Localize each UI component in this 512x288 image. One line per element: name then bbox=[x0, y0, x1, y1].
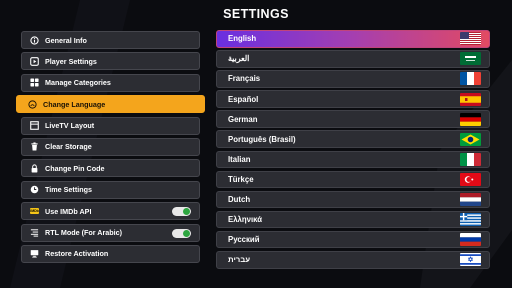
language-label: German bbox=[228, 114, 258, 124]
layout-icon bbox=[30, 121, 39, 130]
page-title: SETTINGS bbox=[223, 7, 289, 21]
russia-flag-icon bbox=[460, 233, 481, 247]
rtl-toggle[interactable] bbox=[172, 228, 191, 238]
saudi-flag-icon bbox=[460, 52, 481, 66]
toggle-knob bbox=[183, 208, 190, 216]
france-flag-icon bbox=[460, 72, 481, 86]
menu-item-restore-activation[interactable]: Restore Activation bbox=[21, 244, 200, 263]
menu-item-label: Change Pin Code bbox=[45, 163, 105, 173]
menu-item-rtl-mode[interactable]: RTL Mode (For Arabic) bbox=[21, 223, 200, 242]
menu-item-label: Change Language bbox=[43, 99, 106, 109]
menu-item-general-info[interactable]: General Info bbox=[21, 31, 200, 49]
trash-icon bbox=[30, 142, 39, 152]
menu-item-label: Clear Storage bbox=[45, 142, 92, 152]
clock-icon bbox=[30, 185, 39, 194]
menu-item-label: Restore Activation bbox=[45, 249, 109, 259]
menu-item-label: Player Settings bbox=[45, 56, 97, 66]
language-label: English bbox=[228, 34, 257, 44]
menu-item-label: LiveTV Layout bbox=[45, 121, 95, 131]
rtl-icon bbox=[30, 228, 39, 237]
grid-icon bbox=[30, 78, 39, 87]
imdb-toggle[interactable] bbox=[172, 207, 191, 217]
language-option-german[interactable]: German bbox=[216, 110, 490, 128]
language-option-portuguese-brasil[interactable]: Português (Brasil) bbox=[216, 130, 490, 148]
menu-item-use-imdb-api[interactable]: IMDb Use IMDb API bbox=[21, 202, 200, 221]
italy-flag-icon bbox=[460, 152, 481, 166]
greece-flag-icon bbox=[460, 213, 481, 227]
menu-item-change-language[interactable]: Change Language bbox=[16, 95, 205, 114]
menu-item-time-settings[interactable]: Time Settings bbox=[21, 180, 200, 199]
imdb-icon: IMDb bbox=[30, 208, 39, 215]
play-icon bbox=[30, 57, 39, 66]
language-label: עברית bbox=[228, 255, 251, 265]
language-option-french[interactable]: Français bbox=[216, 70, 490, 88]
language-option-russian[interactable]: Русский bbox=[216, 230, 490, 249]
spain-flag-icon bbox=[460, 92, 481, 106]
brazil-flag-icon bbox=[460, 132, 481, 146]
language-label: Italian bbox=[228, 154, 251, 164]
language-option-arabic[interactable]: العربية bbox=[216, 50, 490, 68]
info-icon bbox=[30, 35, 39, 45]
language-option-turkish[interactable]: Türkçe bbox=[216, 170, 490, 189]
lock-icon bbox=[30, 164, 39, 173]
netherlands-flag-icon bbox=[460, 193, 481, 206]
monitor-icon bbox=[30, 249, 39, 258]
us-flag-icon bbox=[460, 32, 481, 46]
germany-flag-icon bbox=[460, 112, 481, 126]
language-option-spanish[interactable]: Español bbox=[216, 90, 490, 108]
menu-item-label: Time Settings bbox=[45, 185, 92, 195]
menu-item-label: Manage Categories bbox=[45, 78, 111, 88]
language-label: Español bbox=[228, 94, 259, 104]
turkey-flag-icon bbox=[460, 172, 481, 186]
language-option-italian[interactable]: Italian bbox=[216, 150, 490, 169]
menu-item-player-settings[interactable]: Player Settings bbox=[21, 52, 200, 71]
language-label: Français bbox=[228, 74, 261, 84]
language-label: Русский bbox=[228, 235, 260, 245]
language-option-greek[interactable]: Ελληνικά bbox=[216, 210, 490, 229]
language-option-dutch[interactable]: Dutch bbox=[216, 190, 490, 209]
language-list: English العربية Français Español German … bbox=[216, 30, 490, 271]
language-label: Türkçe bbox=[228, 174, 254, 184]
menu-item-change-pin-code[interactable]: Change Pin Code bbox=[21, 159, 200, 178]
menu-item-clear-storage[interactable]: Clear Storage bbox=[21, 137, 200, 156]
menu-item-label: RTL Mode (For Arabic) bbox=[45, 228, 123, 238]
language-label: Ελληνικά bbox=[228, 215, 263, 225]
menu-item-livetv-layout[interactable]: LiveTV Layout bbox=[21, 116, 200, 135]
language-label: العربية bbox=[228, 54, 250, 64]
menu-item-label: Use IMDb API bbox=[45, 206, 92, 216]
israel-flag-icon bbox=[460, 253, 481, 267]
language-option-english[interactable]: English bbox=[216, 30, 490, 48]
language-option-hebrew[interactable]: עברית bbox=[216, 251, 490, 269]
settings-menu: General Info Player Settings Manage Cate… bbox=[16, 31, 205, 266]
toggle-knob bbox=[183, 229, 190, 237]
language-label: Dutch bbox=[228, 195, 251, 204]
menu-item-manage-categories[interactable]: Manage Categories bbox=[21, 73, 200, 92]
menu-item-label: General Info bbox=[45, 35, 87, 45]
language-icon bbox=[28, 100, 37, 109]
language-label: Português (Brasil) bbox=[228, 134, 296, 144]
